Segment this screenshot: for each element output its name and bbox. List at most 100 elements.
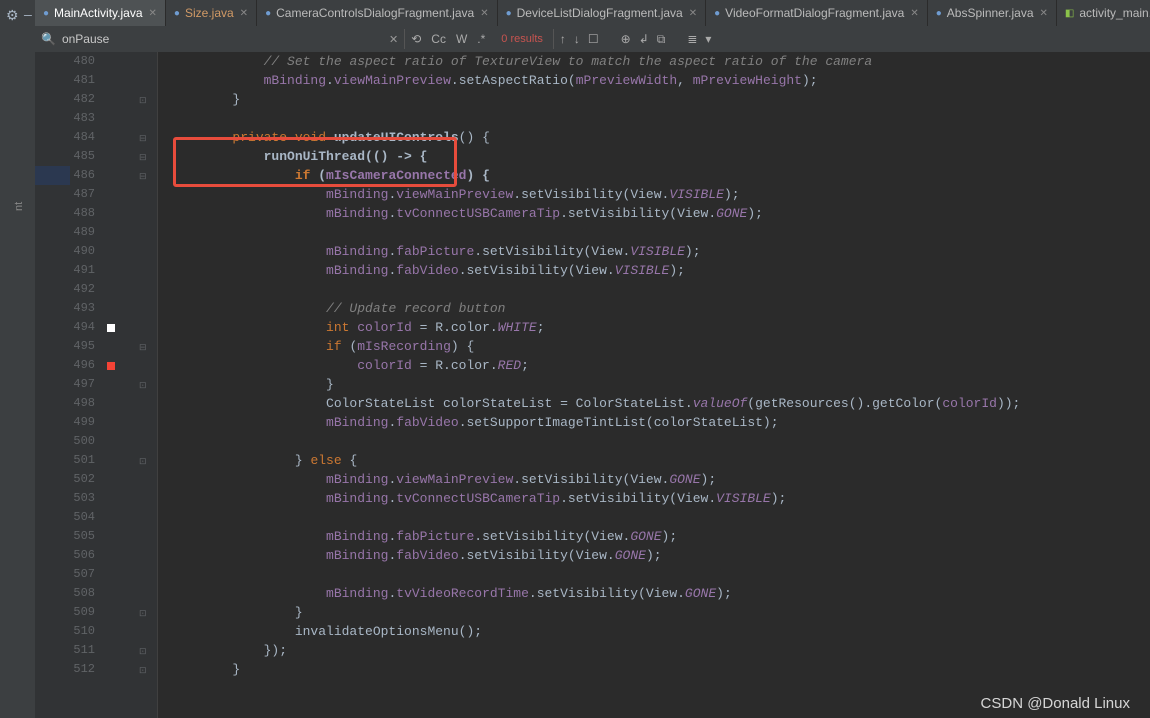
line-number: 491 xyxy=(35,261,103,280)
code-line[interactable]: 493 // Update record button xyxy=(35,299,1150,318)
collapse-icon[interactable]: — xyxy=(24,8,32,23)
code-text: } xyxy=(170,90,240,109)
code-line[interactable]: 508 mBinding.tvVideoRecordTime.setVisibi… xyxy=(35,584,1150,603)
code-line[interactable]: 510 invalidateOptionsMenu(); xyxy=(35,622,1150,641)
code-line[interactable]: 480 // Set the aspect ratio of TextureVi… xyxy=(35,52,1150,71)
gear-icon[interactable]: ⚙ xyxy=(6,8,19,25)
tab-label: CameraControlsDialogFragment.java xyxy=(276,6,474,20)
code-line[interactable]: 494 int colorId = R.color.WHITE; xyxy=(35,318,1150,337)
code-line[interactable]: 490 mBinding.fabPicture.setVisibility(Vi… xyxy=(35,242,1150,261)
filter-icon[interactable]: ▾ xyxy=(705,32,711,46)
line-number: 503 xyxy=(35,489,103,508)
code-text: } else { xyxy=(170,451,357,470)
file-icon: ● xyxy=(265,8,271,19)
prev-occurrence-icon[interactable]: ⟲ xyxy=(411,32,421,46)
clear-icon[interactable]: ✕ xyxy=(383,33,404,46)
code-line[interactable]: 487 mBinding.viewMainPreview.setVisibili… xyxy=(35,185,1150,204)
match-case-button[interactable]: Cc xyxy=(431,32,446,46)
line-number: 499 xyxy=(35,413,103,432)
file-icon: ● xyxy=(714,8,720,19)
code-line[interactable]: 498 ColorStateList colorStateList = Colo… xyxy=(35,394,1150,413)
search-input[interactable] xyxy=(60,31,324,47)
tab-Size-java[interactable]: ●Size.java✕ xyxy=(166,0,257,26)
gutter-marker-white xyxy=(107,324,115,332)
code-line[interactable]: 484⊟ private void updateUIControls() { xyxy=(35,128,1150,147)
tab-AbsSpinner-java[interactable]: ●AbsSpinner.java✕ xyxy=(928,0,1057,26)
tab-activity_main-xml[interactable]: ◧activity_main.xml✕ xyxy=(1057,0,1150,26)
code-text: if (mIsRecording) { xyxy=(170,337,474,356)
line-number: 487 xyxy=(35,185,103,204)
line-number: 512 xyxy=(35,660,103,679)
code-line[interactable]: 509⊡ } xyxy=(35,603,1150,622)
code-line[interactable]: 491 mBinding.fabVideo.setVisibility(View… xyxy=(35,261,1150,280)
code-line[interactable]: 507 xyxy=(35,565,1150,584)
tab-MainActivity-java[interactable]: ●MainActivity.java✕ xyxy=(35,0,166,26)
search-options: ⟲ Cc W .* xyxy=(404,29,491,49)
code-line[interactable]: 511⊡ }); xyxy=(35,641,1150,660)
nav-down-icon[interactable]: ↓ xyxy=(574,32,580,46)
code-text: mBinding.tvVideoRecordTime.setVisibility… xyxy=(170,584,732,603)
code-line[interactable]: 482⊡ } xyxy=(35,90,1150,109)
search-area: 🔍 xyxy=(35,31,377,47)
code-line[interactable]: 497⊡ } xyxy=(35,375,1150,394)
code-line[interactable]: 481 mBinding.viewMainPreview.setAspectRa… xyxy=(35,71,1150,90)
code-text: private void updateUIControls() { xyxy=(170,128,490,147)
tab-CameraControlsDialogFragment-java[interactable]: ● CameraControlsDialogFragment.java ✕ xyxy=(257,0,498,26)
add-selection-icon[interactable]: ⊕ xyxy=(621,32,631,46)
code-line[interactable]: 501⊡ } else { xyxy=(35,451,1150,470)
select-all-icon[interactable]: ☐ xyxy=(588,32,599,46)
line-number: 505 xyxy=(35,527,103,546)
close-icon[interactable]: ✕ xyxy=(240,8,248,19)
code-text: invalidateOptionsMenu(); xyxy=(170,622,482,641)
code-line[interactable]: 488 mBinding.tvConnectUSBCameraTip.setVi… xyxy=(35,204,1150,223)
tab-label: AbsSpinner.java xyxy=(947,6,1034,20)
code-text: mBinding.fabVideo.setVisibility(View.VIS… xyxy=(170,261,685,280)
regex-button[interactable]: .* xyxy=(477,32,485,46)
code-line[interactable]: 489 xyxy=(35,223,1150,242)
code-line[interactable]: 502 mBinding.viewMainPreview.setVisibili… xyxy=(35,470,1150,489)
code-line[interactable]: 505 mBinding.fabPicture.setVisibility(Vi… xyxy=(35,527,1150,546)
line-number: 482 xyxy=(35,90,103,109)
new-line-icon[interactable]: ↲ xyxy=(639,32,649,46)
code-text: mBinding.viewMainPreview.setVisibility(V… xyxy=(170,185,740,204)
code-line[interactable]: 492 xyxy=(35,280,1150,299)
code-text: } xyxy=(170,660,240,679)
code-line[interactable]: 486⊟ if (mIsCameraConnected) { xyxy=(35,166,1150,185)
code-line[interactable]: 499 mBinding.fabVideo.setSupportImageTin… xyxy=(35,413,1150,432)
line-number: 507 xyxy=(35,565,103,584)
code-text: // Set the aspect ratio of TextureView t… xyxy=(170,52,872,71)
line-number: 490 xyxy=(35,242,103,261)
close-icon[interactable]: ✕ xyxy=(480,8,488,19)
gutter-marker-red xyxy=(107,362,115,370)
close-icon[interactable]: ✕ xyxy=(1040,8,1048,19)
close-icon[interactable]: ✕ xyxy=(149,8,157,19)
close-icon[interactable]: ✕ xyxy=(689,8,697,19)
code-line[interactable]: 512 ⊡ } xyxy=(35,660,1150,679)
tab-VideoFormatDialogFragment-java[interactable]: ●VideoFormatDialogFragment.java✕ xyxy=(706,0,928,26)
editor[interactable]: 480 // Set the aspect ratio of TextureVi… xyxy=(35,52,1150,718)
code-text: // Update record button xyxy=(170,299,505,318)
line-number: 485 xyxy=(35,147,103,166)
file-icon: ● xyxy=(174,8,180,19)
close-icon[interactable]: ✕ xyxy=(910,8,918,19)
code-line[interactable]: 504 xyxy=(35,508,1150,527)
code-line[interactable]: 496 colorId = R.color.RED; xyxy=(35,356,1150,375)
sort-icon[interactable]: ≣ xyxy=(687,32,697,46)
line-number: 492 xyxy=(35,280,103,299)
fold-expand-icon[interactable]: ⊡ xyxy=(139,662,147,681)
nav-up-icon[interactable]: ↑ xyxy=(560,32,566,46)
words-button[interactable]: W xyxy=(456,32,467,46)
code-line[interactable]: 485⊟ runOnUiThread(() -> { xyxy=(35,147,1150,166)
open-in-find-icon[interactable]: ⧉ xyxy=(657,32,666,47)
code-line[interactable]: 503 mBinding.tvConnectUSBCameraTip.setVi… xyxy=(35,489,1150,508)
code-line[interactable]: 500 xyxy=(35,432,1150,451)
code-text: colorId = R.color.RED; xyxy=(170,356,529,375)
code-line[interactable]: 495⊟ if (mIsRecording) { xyxy=(35,337,1150,356)
tab-DeviceListDialogFragment-java[interactable]: ●DeviceListDialogFragment.java✕ xyxy=(498,0,707,26)
code-text: mBinding.viewMainPreview.setVisibility(V… xyxy=(170,470,716,489)
code-text: } xyxy=(170,375,334,394)
line-number: 511 xyxy=(35,641,103,660)
code-text: mBinding.tvConnectUSBCameraTip.setVisibi… xyxy=(170,489,786,508)
code-line[interactable]: 483 xyxy=(35,109,1150,128)
code-line[interactable]: 506 mBinding.fabVideo.setVisibility(View… xyxy=(35,546,1150,565)
